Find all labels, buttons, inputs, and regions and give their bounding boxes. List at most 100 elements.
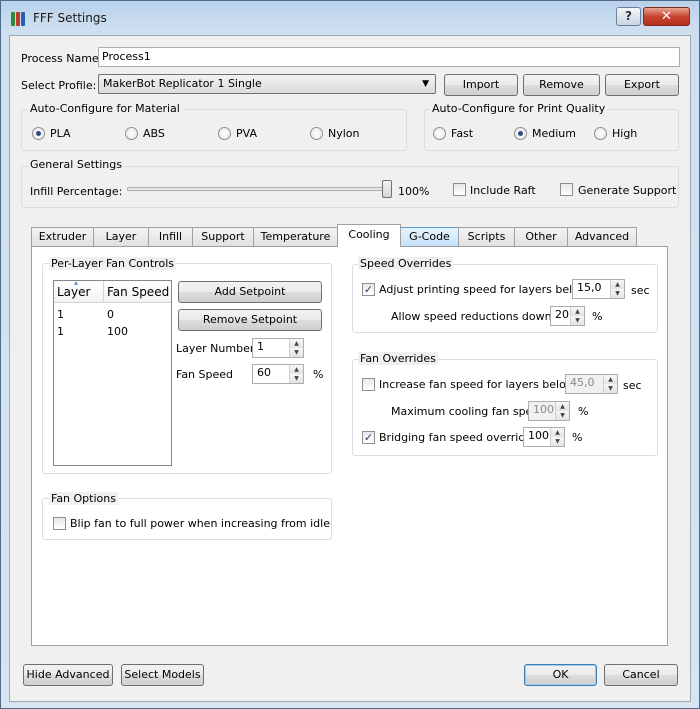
spin-up-icon[interactable]: ▲	[611, 280, 624, 289]
bridging-override-unit: %	[572, 431, 583, 444]
cooling-tab-panel: Per-Layer Fan Controls Layer ▴ Fan Speed…	[31, 246, 668, 646]
speed-overrides-title: Speed Overrides	[358, 257, 454, 270]
select-models-button[interactable]: Select Models	[121, 664, 204, 686]
infill-slider-handle[interactable]	[382, 180, 392, 198]
tab-advanced[interactable]: Advanced	[567, 227, 637, 246]
quality-group-title: Auto-Configure for Print Quality	[430, 102, 608, 115]
title-bar[interactable]: FFF Settings ? ✕	[1, 1, 699, 35]
allow-reductions-spinbox[interactable]: 20 ▲ ▼	[550, 306, 585, 326]
bridging-override-value: 100	[528, 429, 549, 442]
hide-advanced-button[interactable]: Hide Advanced	[23, 664, 113, 686]
spin-up-icon[interactable]: ▲	[571, 307, 584, 316]
layer-number-label: Layer Number	[176, 342, 255, 355]
tab-support[interactable]: Support	[192, 227, 254, 246]
max-cooling-fan-speed-unit: %	[578, 405, 589, 418]
row-1-layer[interactable]: 1	[57, 308, 64, 321]
spin-down-icon[interactable]: ▼	[290, 348, 303, 357]
spin-down-icon[interactable]: ▼	[571, 316, 584, 325]
layer-number-value: 1	[257, 340, 264, 353]
spin-down-icon[interactable]: ▼	[551, 437, 564, 446]
tab-cooling[interactable]: Cooling	[337, 224, 401, 247]
fan-setpoint-list[interactable]: Layer ▴ Fan Speed 1 0 1 100	[53, 278, 172, 466]
row-2-fan-speed[interactable]: 100	[107, 325, 128, 338]
increase-fan-speed-spinbox[interactable]: 45,0 ▲ ▼	[565, 374, 618, 394]
remove-profile-button[interactable]: Remove	[523, 74, 600, 96]
column-header-layer[interactable]: Layer	[54, 281, 104, 303]
blip-fan-label: Blip fan to full power when increasing f…	[70, 517, 330, 530]
spin-up-icon[interactable]: ▲	[290, 365, 303, 374]
material-group-title: Auto-Configure for Material	[28, 102, 182, 115]
close-button[interactable]: ✕	[643, 7, 690, 26]
increase-fan-speed-label: Increase fan speed for layers below	[379, 378, 575, 391]
adjust-speed-spinbox[interactable]: 15,0 ▲ ▼	[572, 279, 625, 299]
row-2-layer[interactable]: 1	[57, 325, 64, 338]
bridging-override-checkbox[interactable]: ✓	[362, 431, 375, 444]
tab-scripts[interactable]: Scripts	[458, 227, 515, 246]
general-settings-title: General Settings	[28, 158, 124, 171]
adjust-speed-label: Adjust printing speed for layers below	[379, 283, 588, 296]
spin-up-icon[interactable]: ▲	[551, 428, 564, 437]
radio-abs[interactable]	[125, 127, 138, 140]
fan-overrides-title: Fan Overrides	[358, 352, 438, 365]
fan-speed-value: 60	[257, 366, 271, 379]
select-profile-label: Select Profile:	[21, 79, 97, 92]
radio-fast[interactable]	[433, 127, 446, 140]
layer-number-spinbox[interactable]: 1 ▲ ▼	[252, 338, 304, 358]
fan-speed-unit: %	[313, 368, 324, 381]
spin-down-icon[interactable]: ▼	[556, 411, 569, 420]
ok-button[interactable]: OK	[524, 664, 597, 686]
row-1-fan-speed[interactable]: 0	[107, 308, 114, 321]
allow-reductions-unit: %	[592, 310, 603, 323]
bridging-override-spinbox[interactable]: 100 ▲ ▼	[523, 427, 565, 447]
cancel-button[interactable]: Cancel	[604, 664, 678, 686]
spin-down-icon[interactable]: ▼	[604, 384, 617, 393]
tab-other[interactable]: Other	[514, 227, 568, 246]
radio-high[interactable]	[594, 127, 607, 140]
increase-fan-speed-checkbox[interactable]	[362, 378, 375, 391]
profile-selected-value: MakerBot Replicator 1 Single	[103, 77, 262, 90]
column-header-fan-speed[interactable]: Fan Speed	[104, 281, 171, 303]
blip-fan-checkbox[interactable]	[53, 517, 66, 530]
generate-support-checkbox[interactable]	[560, 183, 573, 196]
tab-infill[interactable]: Infill	[148, 227, 193, 246]
radio-pva-label: PVA	[236, 127, 257, 140]
dialog-body: Process Name: Process1 Select Profile: M…	[9, 35, 691, 702]
export-button[interactable]: Export	[605, 74, 679, 96]
adjust-speed-value: 15,0	[577, 281, 602, 294]
import-button[interactable]: Import	[444, 74, 518, 96]
radio-pva[interactable]	[218, 127, 231, 140]
allow-reductions-value: 20	[555, 308, 569, 321]
help-button[interactable]: ?	[616, 7, 641, 26]
radio-abs-label: ABS	[143, 127, 165, 140]
fan-speed-spinbox[interactable]: 60 ▲ ▼	[252, 364, 304, 384]
remove-setpoint-button[interactable]: Remove Setpoint	[178, 309, 322, 331]
max-cooling-fan-speed-spinbox[interactable]: 100 ▲ ▼	[528, 401, 570, 421]
radio-medium[interactable]	[514, 127, 527, 140]
add-setpoint-button[interactable]: Add Setpoint	[178, 281, 322, 303]
allow-reductions-label: Allow speed reductions down to	[391, 310, 567, 323]
include-raft-label: Include Raft	[470, 184, 536, 197]
include-raft-checkbox[interactable]	[453, 183, 466, 196]
spin-down-icon[interactable]: ▼	[611, 289, 624, 298]
spin-up-icon[interactable]: ▲	[604, 375, 617, 384]
tab-g-code[interactable]: G-Code	[400, 227, 459, 246]
tab-temperature[interactable]: Temperature	[253, 227, 338, 246]
profile-dropdown[interactable]: MakerBot Replicator 1 Single ▼	[98, 74, 436, 94]
infill-percentage-label: Infill Percentage:	[30, 185, 123, 198]
app-icon	[11, 12, 25, 26]
process-name-input[interactable]: Process1	[98, 47, 680, 67]
increase-fan-speed-value: 45,0	[570, 376, 595, 389]
process-name-label: Process Name:	[21, 52, 103, 65]
adjust-speed-checkbox[interactable]: ✓	[362, 283, 375, 296]
tab-layer[interactable]: Layer	[93, 227, 149, 246]
radio-pla-label: PLA	[50, 127, 71, 140]
spin-up-icon[interactable]: ▲	[556, 402, 569, 411]
infill-slider-track[interactable]	[127, 187, 392, 191]
radio-high-label: High	[612, 127, 638, 140]
spin-down-icon[interactable]: ▼	[290, 374, 303, 383]
spin-up-icon[interactable]: ▲	[290, 339, 303, 348]
radio-nylon[interactable]	[310, 127, 323, 140]
tab-extruder[interactable]: Extruder	[31, 227, 94, 246]
radio-pla[interactable]	[32, 127, 45, 140]
fan-options-title: Fan Options	[49, 492, 118, 505]
